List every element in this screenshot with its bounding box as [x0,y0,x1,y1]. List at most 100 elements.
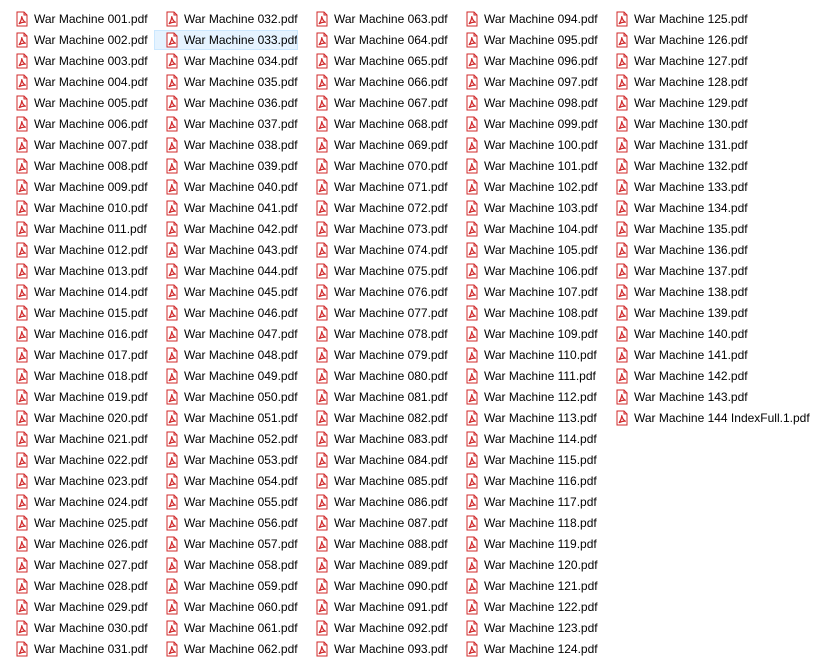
file-item[interactable]: War Machine 125.pdf [604,9,752,29]
file-item[interactable]: War Machine 059.pdf [154,576,302,596]
file-item[interactable]: War Machine 063.pdf [304,9,452,29]
file-item[interactable]: War Machine 105.pdf [454,240,602,260]
file-item[interactable]: War Machine 143.pdf [604,387,752,407]
file-item[interactable]: War Machine 054.pdf [154,471,302,491]
file-item[interactable]: War Machine 073.pdf [304,219,452,239]
file-item[interactable]: War Machine 047.pdf [154,324,302,344]
file-item[interactable]: War Machine 085.pdf [304,471,452,491]
file-item[interactable]: War Machine 046.pdf [154,303,302,323]
file-item[interactable]: War Machine 069.pdf [304,135,452,155]
file-item[interactable]: War Machine 079.pdf [304,345,452,365]
file-item[interactable]: War Machine 126.pdf [604,30,752,50]
file-item[interactable]: War Machine 093.pdf [304,639,452,659]
file-item[interactable]: War Machine 011.pdf [4,219,151,239]
file-item[interactable]: War Machine 022.pdf [4,450,152,470]
file-item[interactable]: War Machine 030.pdf [4,618,152,638]
file-item[interactable]: War Machine 050.pdf [154,387,302,407]
file-item[interactable]: War Machine 115.pdf [454,450,601,470]
file-item[interactable]: War Machine 092.pdf [304,618,452,638]
file-item[interactable]: War Machine 082.pdf [304,408,452,428]
file-item[interactable]: War Machine 134.pdf [604,198,752,218]
file-item[interactable]: War Machine 089.pdf [304,555,452,575]
file-item[interactable]: War Machine 064.pdf [304,30,452,50]
file-item[interactable]: War Machine 103.pdf [454,198,602,218]
file-item[interactable]: War Machine 020.pdf [4,408,152,428]
file-item[interactable]: War Machine 049.pdf [154,366,302,386]
file-item[interactable]: War Machine 018.pdf [4,366,152,386]
file-item[interactable]: War Machine 074.pdf [304,240,452,260]
file-item[interactable]: War Machine 072.pdf [304,198,452,218]
file-item[interactable]: War Machine 130.pdf [604,114,752,134]
file-item[interactable]: War Machine 067.pdf [304,93,452,113]
file-item[interactable]: War Machine 132.pdf [604,156,752,176]
file-item[interactable]: War Machine 099.pdf [454,114,602,134]
file-item[interactable]: War Machine 001.pdf [4,9,152,29]
file-item[interactable]: War Machine 024.pdf [4,492,152,512]
file-item[interactable]: War Machine 124.pdf [454,639,602,659]
file-item[interactable]: War Machine 009.pdf [4,177,152,197]
file-item[interactable]: War Machine 106.pdf [454,261,602,281]
file-item[interactable]: War Machine 019.pdf [4,387,152,407]
file-item[interactable]: War Machine 057.pdf [154,534,302,554]
file-item[interactable]: War Machine 025.pdf [4,513,152,533]
file-item[interactable]: War Machine 028.pdf [4,576,152,596]
file-item[interactable]: War Machine 070.pdf [304,156,452,176]
file-item[interactable]: War Machine 037.pdf [154,114,302,134]
file-item[interactable]: War Machine 071.pdf [304,177,452,197]
file-item[interactable]: War Machine 100.pdf [454,135,602,155]
file-item[interactable]: War Machine 027.pdf [4,555,152,575]
file-item[interactable]: War Machine 116.pdf [454,471,601,491]
file-item[interactable]: War Machine 002.pdf [4,30,152,50]
file-item[interactable]: War Machine 065.pdf [304,51,452,71]
file-item[interactable]: War Machine 041.pdf [154,198,302,218]
file-item[interactable]: War Machine 056.pdf [154,513,302,533]
file-item[interactable]: War Machine 052.pdf [154,429,302,449]
file-item[interactable]: War Machine 084.pdf [304,450,452,470]
file-item[interactable]: War Machine 043.pdf [154,240,302,260]
file-item[interactable]: War Machine 015.pdf [4,303,152,323]
file-item[interactable]: War Machine 036.pdf [154,93,302,113]
file-item[interactable]: War Machine 060.pdf [154,597,302,617]
file-item[interactable]: War Machine 112.pdf [454,387,601,407]
file-item[interactable]: War Machine 021.pdf [4,429,152,449]
file-item[interactable]: War Machine 109.pdf [454,324,602,344]
file-item[interactable]: War Machine 128.pdf [604,72,752,92]
file-item[interactable]: War Machine 078.pdf [304,324,452,344]
file-item[interactable]: War Machine 012.pdf [4,240,152,260]
file-item[interactable]: War Machine 101.pdf [454,156,602,176]
file-item[interactable]: War Machine 068.pdf [304,114,452,134]
file-item[interactable]: War Machine 131.pdf [604,135,752,155]
file-item[interactable]: War Machine 081.pdf [304,387,452,407]
file-item[interactable]: War Machine 087.pdf [304,513,452,533]
file-item[interactable]: War Machine 013.pdf [4,261,152,281]
file-item[interactable]: War Machine 032.pdf [154,9,302,29]
file-item[interactable]: War Machine 127.pdf [604,51,752,71]
file-item[interactable]: War Machine 029.pdf [4,597,152,617]
file-item[interactable]: War Machine 090.pdf [304,576,452,596]
file-item[interactable]: War Machine 051.pdf [154,408,302,428]
file-item[interactable]: War Machine 016.pdf [4,324,152,344]
file-item[interactable]: War Machine 108.pdf [454,303,602,323]
file-item[interactable]: War Machine 042.pdf [154,219,302,239]
file-item[interactable]: War Machine 039.pdf [154,156,302,176]
file-item[interactable]: War Machine 121.pdf [454,576,602,596]
file-item[interactable]: War Machine 139.pdf [604,303,752,323]
file-item[interactable]: War Machine 007.pdf [4,135,152,155]
file-item[interactable]: War Machine 008.pdf [4,156,152,176]
file-item[interactable]: War Machine 044.pdf [154,261,302,281]
file-item[interactable]: War Machine 003.pdf [4,51,152,71]
file-item[interactable]: War Machine 123.pdf [454,618,602,638]
file-item[interactable]: War Machine 031.pdf [4,639,152,659]
file-item[interactable]: War Machine 066.pdf [304,72,452,92]
file-item[interactable]: War Machine 005.pdf [4,93,152,113]
file-item[interactable]: War Machine 136.pdf [604,240,752,260]
file-item[interactable]: War Machine 058.pdf [154,555,302,575]
file-item[interactable]: War Machine 076.pdf [304,282,452,302]
file-item[interactable]: War Machine 142.pdf [604,366,752,386]
file-item[interactable]: War Machine 048.pdf [154,345,302,365]
file-item[interactable]: War Machine 096.pdf [454,51,602,71]
file-item[interactable]: War Machine 137.pdf [604,261,752,281]
file-item[interactable]: War Machine 075.pdf [304,261,452,281]
file-item[interactable]: War Machine 034.pdf [154,51,302,71]
file-item[interactable]: War Machine 062.pdf [154,639,302,659]
